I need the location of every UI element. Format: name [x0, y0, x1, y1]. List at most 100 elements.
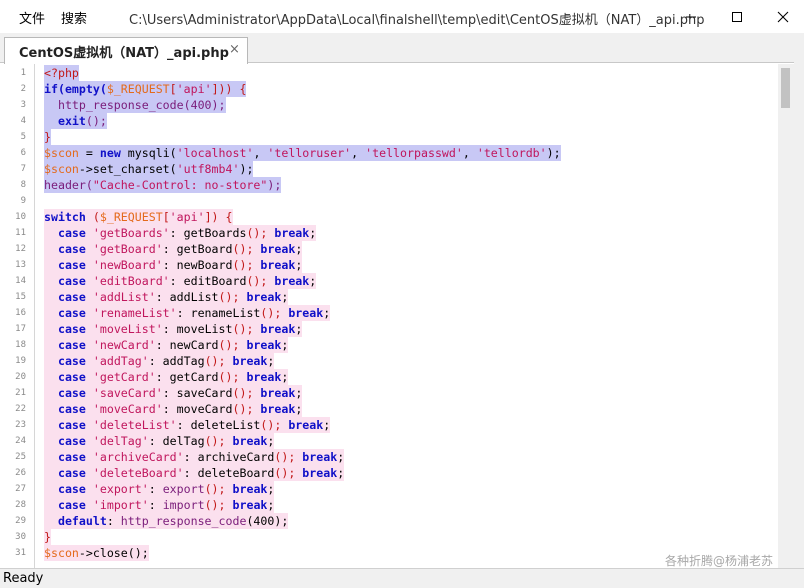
code-token: case	[44, 306, 93, 320]
code-line[interactable]: case 'export': export(); break;	[44, 481, 275, 497]
code-token: 'delTag'	[92, 434, 149, 448]
line-number: 21	[15, 388, 26, 398]
maximize-button[interactable]	[714, 0, 760, 33]
line-number: 7	[20, 164, 26, 174]
code-token: : editBoard	[169, 274, 247, 288]
code-token: case	[44, 482, 93, 496]
line-number: 3	[20, 100, 26, 110]
code-area[interactable]: <?php if(empty($_REQUEST['api'])) { http_…	[44, 64, 778, 568]
code-token: );	[239, 162, 254, 176]
code-line[interactable]: case 'getBoards': getBoards(); break;	[44, 225, 317, 241]
code-line[interactable]: }	[44, 529, 51, 545]
code-token: ;	[281, 338, 289, 352]
code-line[interactable]: case 'getCard': getCard(); break;	[44, 369, 289, 385]
status-text: Ready	[3, 571, 44, 586]
code-token: :	[148, 482, 163, 496]
code-token: 'newCard'	[92, 338, 156, 352]
menu-search[interactable]: 搜索	[61, 8, 87, 27]
code-token: ->set_charset(	[78, 162, 177, 176]
code-token: ])) {	[211, 82, 247, 96]
code-token: ();	[232, 242, 261, 256]
code-line[interactable]: case 'newBoard': newBoard(); break;	[44, 257, 303, 273]
code-line[interactable]: header("Cache-Control: no-store");	[44, 177, 282, 193]
code-line[interactable]: <?php	[44, 65, 79, 81]
code-token: );	[267, 178, 282, 192]
code-token: ();	[218, 290, 247, 304]
code-token: break	[260, 258, 296, 272]
status-bar: Ready	[0, 568, 804, 588]
code-token: case	[44, 466, 93, 480]
code-token: ,	[253, 146, 268, 160]
close-button[interactable]	[760, 0, 804, 33]
code-token: 'tellorpasswd'	[365, 146, 463, 160]
line-number: 17	[15, 324, 26, 334]
code-token: 'tellordb'	[476, 146, 547, 160]
code-token: }	[44, 530, 51, 544]
code-line[interactable]: case 'moveCard': moveCard(); break;	[44, 401, 303, 417]
code-line[interactable]: if(empty($_REQUEST['api'])) {	[44, 81, 247, 97]
code-line[interactable]: case 'deleteList': deleteList(); break;	[44, 417, 331, 433]
code-line[interactable]: case 'newCard': newCard(); break;	[44, 337, 289, 353]
code-token: 'getBoard'	[92, 242, 163, 256]
code-token: case	[44, 290, 93, 304]
code-line[interactable]: $scon->set_charset('utf8mb4');	[44, 161, 254, 177]
code-token: case	[44, 418, 93, 432]
code-token: ;	[295, 258, 303, 272]
code-token: 'localhost'	[176, 146, 254, 160]
line-number: 19	[15, 356, 26, 366]
code-token: ();	[260, 418, 289, 432]
code-token: break	[232, 482, 268, 496]
code-line[interactable]: }	[44, 129, 51, 145]
code-line[interactable]: case 'archiveCard': archiveCard(); break…	[44, 449, 345, 465]
code-line[interactable]: case 'addList': addList(); break;	[44, 289, 289, 305]
menu-file[interactable]: 文件	[19, 8, 45, 27]
line-number: 23	[15, 420, 26, 430]
code-token: http_response_code	[44, 98, 184, 112]
code-line[interactable]: $scon = new mysqli('localhost', 'telloru…	[44, 145, 561, 161]
minimize-button[interactable]	[668, 0, 714, 33]
code-token: ->close();	[78, 546, 149, 560]
line-number: 5	[20, 132, 26, 142]
code-token: ;	[281, 370, 289, 384]
code-token: );	[546, 146, 561, 160]
code-token: break	[260, 402, 296, 416]
code-line[interactable]: case 'addTag': addTag(); break;	[44, 353, 275, 369]
line-number: 26	[15, 468, 26, 478]
line-number: 4	[20, 116, 26, 126]
code-token: : addList	[155, 290, 219, 304]
code-line[interactable]: case 'saveCard': saveCard(); break;	[44, 385, 303, 401]
code-line[interactable]: default: http_response_code(400);	[44, 513, 289, 529]
vertical-scrollbar[interactable]	[778, 64, 794, 568]
code-token: 'utf8mb4'	[176, 162, 240, 176]
code-token: ;	[267, 354, 275, 368]
code-token: ();	[204, 434, 233, 448]
code-token: break	[274, 274, 310, 288]
code-line[interactable]: case 'moveList': moveList(); break;	[44, 321, 303, 337]
code-token: break	[260, 322, 296, 336]
code-line[interactable]: case 'getBoard': getBoard(); break;	[44, 241, 303, 257]
code-line[interactable]: exit();	[44, 113, 107, 129]
tab-close-icon[interactable]: ×	[229, 42, 240, 57]
code-line[interactable]: case 'renameList': renameList(); break;	[44, 305, 331, 321]
code-token: 'archiveCard'	[92, 450, 184, 464]
code-line[interactable]: case 'delTag': delTag(); break;	[44, 433, 275, 449]
code-line[interactable]: switch ($_REQUEST['api']) {	[44, 209, 233, 225]
tab-strip: CentOS虚拟机（NAT）_api.php ×	[0, 33, 804, 64]
code-line[interactable]: case 'editBoard': editBoard(); break;	[44, 273, 317, 289]
scrollbar-thumb[interactable]	[781, 68, 790, 108]
code-token: : getBoards	[169, 226, 247, 240]
code-token: break	[288, 418, 324, 432]
code-token: ;	[267, 498, 275, 512]
code-line[interactable]: $scon->close();	[44, 545, 149, 561]
code-line[interactable]: case 'deleteBoard': deleteBoard(); break…	[44, 465, 345, 481]
code-token: : delTag	[148, 434, 205, 448]
code-editor[interactable]: 1 2 3 4 5 6 7 8 9 10 11 12 13 14 15 16 17 18 19 20 21 22 23 24 2…	[0, 64, 778, 568]
file-tab[interactable]: CentOS虚拟机（NAT）_api.php ×	[4, 37, 248, 64]
code-line[interactable]: http_response_code(400);	[44, 97, 226, 113]
maximize-icon	[732, 11, 742, 22]
code-token: ();	[246, 226, 275, 240]
code-line[interactable]: case 'import': import(); break;	[44, 497, 275, 513]
line-number: 29	[15, 516, 26, 526]
minimize-icon	[686, 16, 696, 17]
code-token: case	[44, 450, 93, 464]
